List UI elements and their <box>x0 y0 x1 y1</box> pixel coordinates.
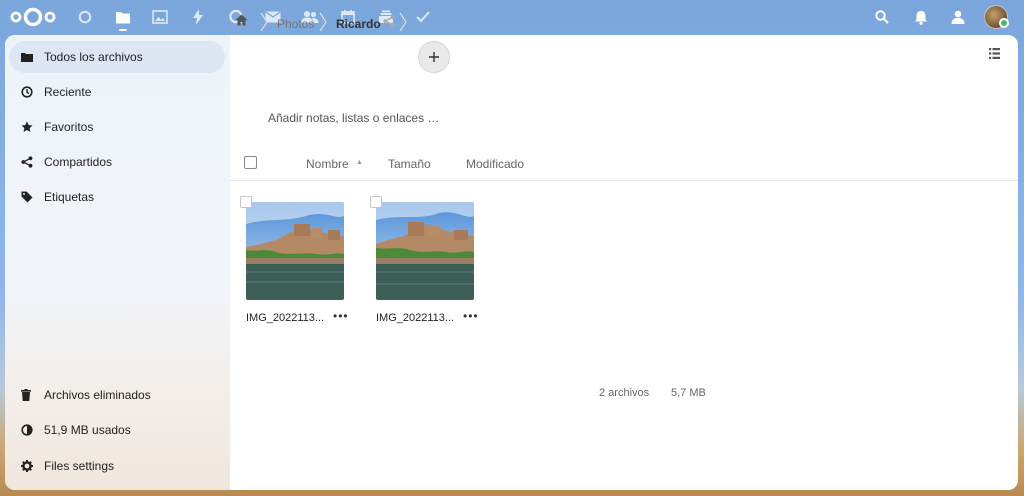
home-icon[interactable] <box>235 14 248 29</box>
sidebar-item-label: Todos los archivos <box>44 50 143 64</box>
plus-icon <box>429 52 439 62</box>
folder-icon <box>9 52 39 62</box>
header-divider <box>230 180 1018 181</box>
new-file-button[interactable] <box>418 41 450 73</box>
sidebar-item-all-files[interactable]: Todos los archivos <box>9 41 225 73</box>
column-name-header[interactable]: Nombre <box>306 157 349 171</box>
column-size-header[interactable]: Tamaño <box>388 157 431 171</box>
image-thumbnail <box>246 202 344 300</box>
search-icon[interactable] <box>872 7 892 27</box>
sidebar-item-shared[interactable]: Compartidos <box>9 146 225 178</box>
share-icon <box>9 156 39 168</box>
breadcrumb-separator <box>319 12 327 32</box>
rich-workspace-placeholder[interactable]: Añadir notas, listas o enlaces … <box>268 111 439 125</box>
sidebar-item-label: Reciente <box>44 85 92 99</box>
photos-icon[interactable] <box>150 7 170 27</box>
breadcrumb-separator <box>399 12 407 32</box>
total-size-summary: 5,7 MB <box>671 387 706 399</box>
file-select-checkbox[interactable] <box>370 196 382 208</box>
notifications-icon[interactable] <box>911 7 931 27</box>
file-count-summary: 2 archivos <box>599 387 650 399</box>
files-icon[interactable] <box>113 7 133 27</box>
quota-icon <box>9 424 39 436</box>
contacts-menu-icon[interactable] <box>948 7 968 27</box>
gear-icon <box>9 460 39 472</box>
column-modified-header[interactable]: Modificado <box>466 157 524 171</box>
grid-view-toggle-icon[interactable] <box>989 48 1000 62</box>
file-tile[interactable] <box>240 196 346 302</box>
sidebar-item-favorites[interactable]: Favoritos <box>9 111 225 143</box>
sidebar-item-label: Archivos eliminados <box>44 388 151 402</box>
tag-icon <box>9 191 39 203</box>
breadcrumb-separator <box>260 12 268 32</box>
sidebar-item-label: Files settings <box>44 459 115 473</box>
sidebar-item-label: Etiquetas <box>44 190 95 204</box>
select-all-checkbox[interactable] <box>244 156 257 169</box>
file-actions-menu[interactable]: ••• <box>333 309 349 323</box>
file-name[interactable]: IMG_2022113... <box>246 312 324 324</box>
sort-ascending-icon: ▲ <box>356 159 363 166</box>
sidebar-item-label: 51,9 MB usados <box>44 423 131 437</box>
sidebar-item-recent[interactable]: Reciente <box>9 76 225 108</box>
sidebar-item-settings[interactable]: Files settings <box>9 450 225 482</box>
trash-icon <box>9 389 39 401</box>
sidebar-item-label: Compartidos <box>44 155 113 169</box>
file-actions-menu[interactable]: ••• <box>463 309 479 323</box>
sidebar-item-label: Favoritos <box>44 120 94 134</box>
clock-icon <box>9 86 39 98</box>
nextcloud-logo[interactable] <box>10 6 56 28</box>
sidebar-item-trash[interactable]: Archivos eliminados <box>9 379 225 411</box>
online-status-indicator <box>999 18 1009 28</box>
files-window: Todos los archivos Reciente Favoritos Co… <box>5 35 1018 490</box>
share-icon[interactable] <box>383 15 395 30</box>
dashboard-icon[interactable] <box>75 7 95 27</box>
breadcrumb-photos[interactable]: Photos <box>277 17 314 31</box>
activity-icon[interactable] <box>188 7 208 27</box>
star-icon <box>9 121 39 133</box>
sidebar: Todos los archivos Reciente Favoritos Co… <box>5 35 230 490</box>
active-app-indicator <box>119 29 127 31</box>
image-thumbnail <box>376 202 474 300</box>
file-name[interactable]: IMG_2022113... <box>376 312 454 324</box>
breadcrumb-ricardo[interactable]: Ricardo <box>336 17 381 31</box>
file-tile[interactable] <box>370 196 476 302</box>
sidebar-item-quota[interactable]: 51,9 MB usados <box>9 414 225 446</box>
main-content <box>230 35 1018 490</box>
file-select-checkbox[interactable] <box>240 196 252 208</box>
tasks-icon[interactable] <box>413 7 433 27</box>
sidebar-item-tags[interactable]: Etiquetas <box>9 181 225 213</box>
top-bar <box>0 0 1024 34</box>
